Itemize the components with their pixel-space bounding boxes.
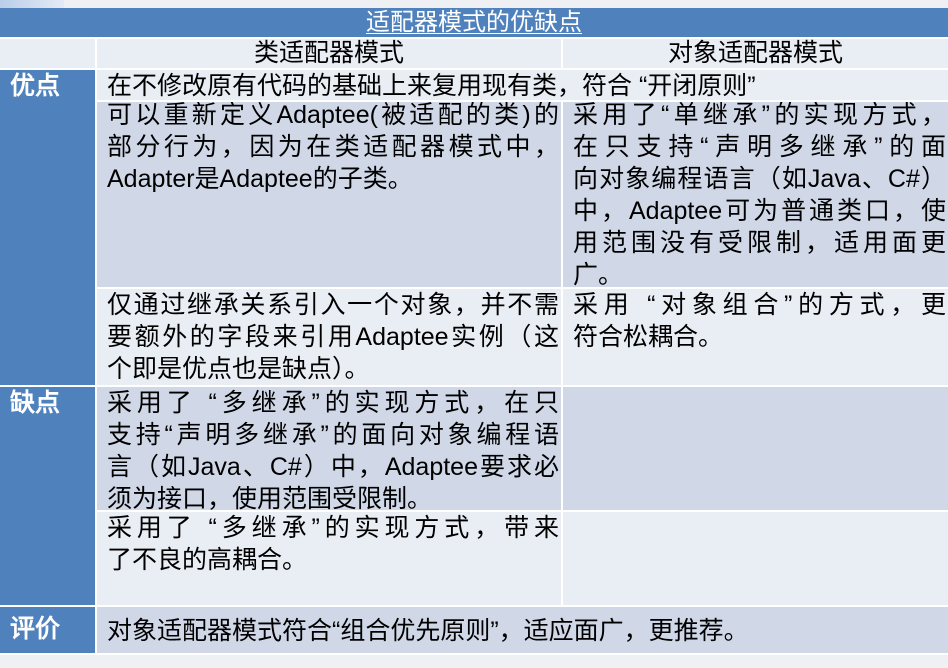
pros-class-adapter-cell-2: 仅通过继承关系引入一个对象，并不需 要额外的字段来引用Adaptee实例（这 个… [97, 287, 563, 385]
cell-text-line: 言（如Java、C#）中，Adaptee要求必 [107, 453, 559, 481]
evaluation-cell: 对象适配器模式符合“组合优先原则”，适应面广，更推荐。 [97, 605, 948, 655]
evaluation-label: 评价 [0, 605, 97, 655]
cell-text-line: Adapter是Adaptee的子类。 [107, 165, 413, 193]
cell-text-line: 个即是优点也是缺点）。 [107, 355, 370, 383]
header-object-adapter: 对象适配器模式 [563, 37, 948, 68]
pros-object-adapter-cell-1: 采用了“单继承”的实现方式， 在只支持“声明多继承”的面 向对象编程语言（如Ja… [563, 100, 948, 287]
slide-title-bar: 适配器模式的优缺点 [0, 8, 948, 37]
cell-text-line: 采用了 “多继承”的实现方式，带来 [107, 514, 559, 542]
cell-text-line: 支持“声明多继承”的面向对象编程语 [107, 421, 559, 449]
cons-label: 缺点 [0, 385, 97, 605]
cell-text-line: 可以重新定义Adaptee(被适配的类)的 [107, 101, 559, 129]
cons-object-adapter-cell-2 [563, 510, 948, 605]
pros-shared-cell: 在不修改原有代码的基础上来复用现有类，符合 “开闭原则” [97, 68, 948, 100]
pros-class-adapter-cell-1: 可以重新定义Adaptee(被适配的类)的 部分行为，因为在类适配器模式中， A… [97, 100, 563, 287]
cons-class-adapter-cell-2: 采用了 “多继承”的实现方式，带来 了不良的高耦合。 [97, 510, 563, 605]
cell-text-line: 采用 “对象组合”的方式，更 [573, 291, 946, 319]
pros-object-adapter-cell-2: 采用 “对象组合”的方式，更 符合松耦合。 [563, 287, 948, 385]
cell-text-line: 须为接口，使用范围受限制。 [107, 485, 433, 510]
slide-title: 适配器模式的优缺点 [366, 8, 582, 36]
cell-text-line: 要额外的字段来引用Adaptee实例（这 [107, 323, 559, 351]
slide-top-strip [0, 0, 64, 8]
cell-text-line: 向对象编程语言（如Java、C#） [573, 165, 946, 193]
header-corner-cell [0, 37, 97, 68]
cons-object-adapter-cell-1 [563, 385, 948, 510]
cell-text-line: 采用了“单继承”的实现方式， [573, 101, 946, 129]
header-class-adapter: 类适配器模式 [97, 37, 563, 68]
cell-text-line: 用范围没有受限制，适用面更 [573, 229, 946, 257]
cell-text-line: 了不良的高耦合。 [107, 546, 308, 574]
cell-text-line: 符合松耦合。 [573, 323, 724, 351]
cell-text-line: 在只支持“声明多继承”的面 [573, 133, 946, 161]
pros-shared-text: 在不修改原有代码的基础上来复用现有类，符合 “开闭原则” [107, 72, 756, 100]
cell-text-line: 仅通过继承关系引入一个对象，并不需 [107, 291, 559, 319]
cell-text-line: 采用了 “多继承”的实现方式，在只 [107, 389, 559, 417]
cons-class-adapter-cell-1: 采用了 “多继承”的实现方式，在只 支持“声明多继承”的面向对象编程语 言（如J… [97, 385, 563, 510]
cell-text-line: 部分行为，因为在类适配器模式中， [107, 133, 559, 161]
cell-text-line: 中，Adaptee可为普通类口，使 [573, 197, 946, 225]
pros-label: 优点 [0, 68, 97, 385]
cell-text-line: 广。 [573, 261, 624, 287]
slide: 适配器模式的优缺点 类适配器模式 对象适配器模式 优点 在不修改原有代码的基础上… [0, 0, 948, 668]
evaluation-text: 对象适配器模式符合“组合优先原则”，适应面广，更推荐。 [107, 617, 749, 645]
